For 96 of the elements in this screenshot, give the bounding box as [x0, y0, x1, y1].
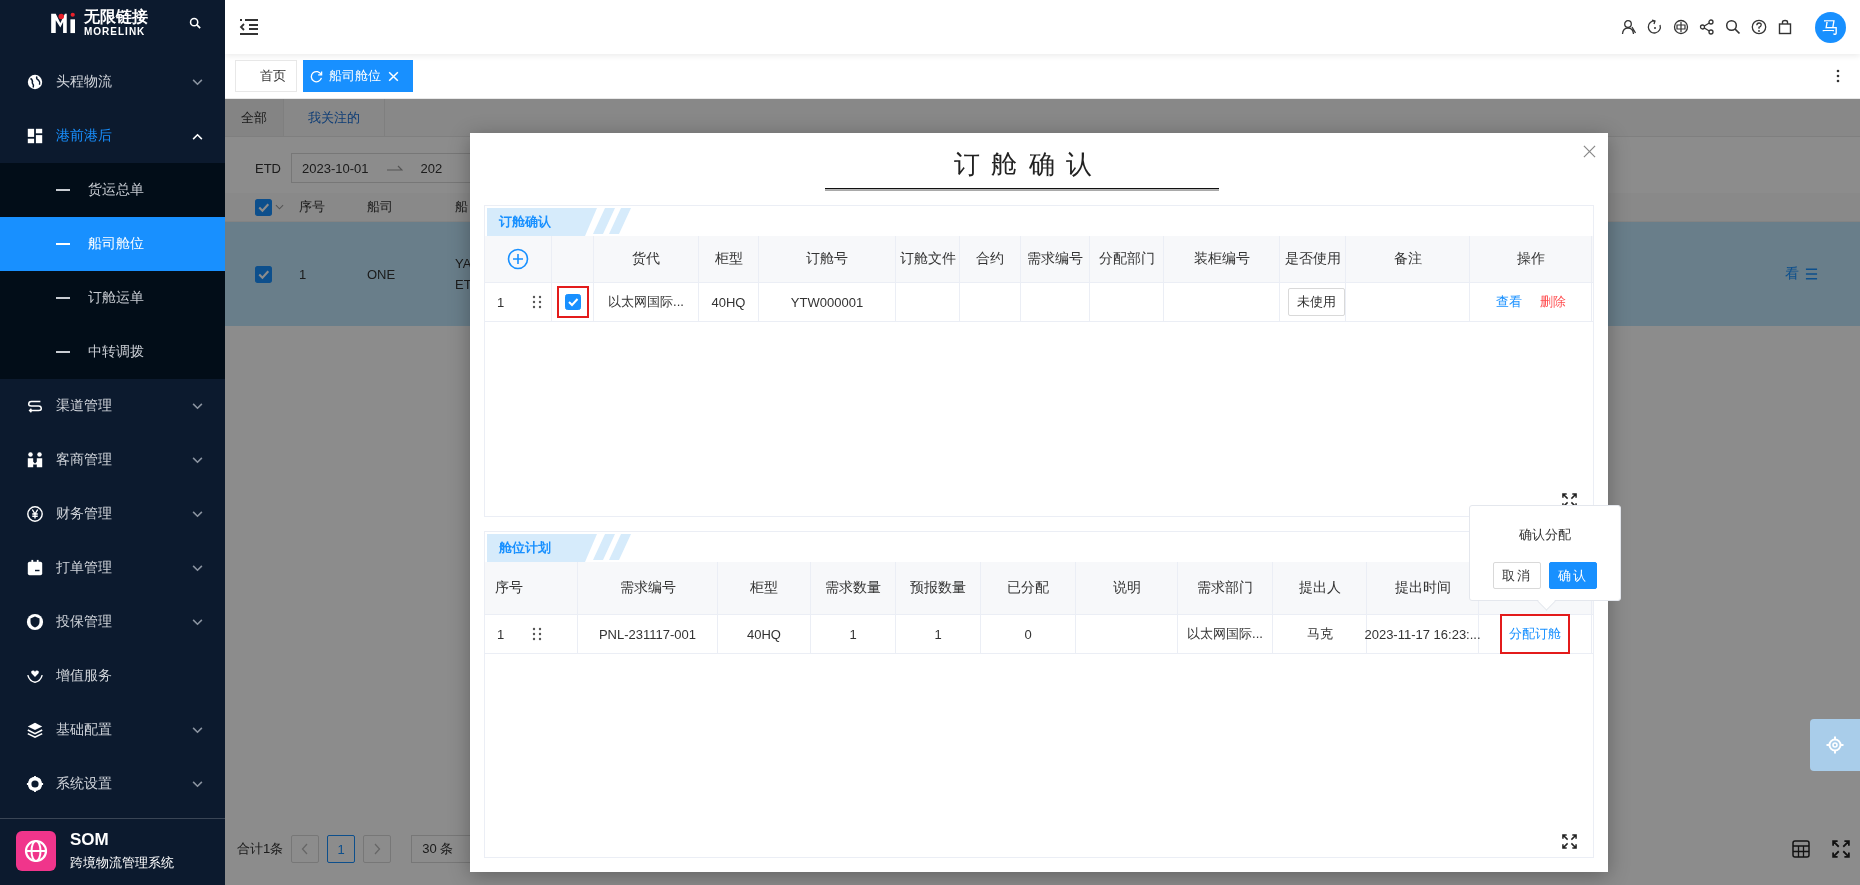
- column-header: 柜型: [750, 579, 778, 597]
- drag-handle-icon[interactable]: [532, 295, 543, 309]
- submenu-item[interactable]: 订舱运单: [0, 271, 225, 325]
- column-header: 备注: [1393, 250, 1422, 268]
- table-cell-text: 1: [298, 266, 308, 282]
- help-icon[interactable]: [1751, 19, 1767, 35]
- column-header: 订舱号: [806, 250, 848, 268]
- logo-subname: MORELINK: [84, 26, 147, 37]
- table-icon[interactable]: [1792, 840, 1810, 858]
- column-header: 柜型: [714, 250, 743, 268]
- stripes-drawing: [593, 534, 633, 560]
- globe-icon: [26, 73, 44, 91]
- drag-handle-icon[interactable]: [532, 627, 543, 641]
- menu-item[interactable]: 客商管理: [0, 433, 225, 487]
- checkbox[interactable]: [255, 198, 272, 216]
- menu-item[interactable]: 渠道管理: [0, 379, 225, 433]
- column-header: 需求编号: [1027, 250, 1083, 268]
- column-header: 已分配: [1007, 579, 1049, 597]
- column-header: 提出人: [1298, 579, 1341, 597]
- user-icon[interactable]: [1621, 19, 1637, 35]
- table-cell: YTW000001: [790, 294, 864, 310]
- menu-item[interactable]: 财务管理: [0, 487, 225, 541]
- table-cell-text: ONE: [367, 266, 397, 282]
- close-icon[interactable]: [1583, 145, 1596, 158]
- submenu-item[interactable]: 货运总单: [0, 163, 225, 217]
- calendar-icon: [26, 559, 44, 577]
- popover-message: 确认分配: [1519, 526, 1571, 544]
- column-header: 船司: [367, 198, 394, 216]
- fullscreen-icon[interactable]: [1562, 834, 1577, 849]
- menu-item[interactable]: 增值服务: [0, 649, 225, 703]
- column-header: 操作: [1516, 250, 1545, 268]
- submenu-item[interactable]: 中转调拨: [0, 325, 225, 379]
- bag-icon[interactable]: [1777, 19, 1793, 35]
- column-header: 是否使用: [1284, 250, 1341, 268]
- table-cell: PNL-231117-001: [598, 626, 697, 642]
- column-header: 货代: [632, 250, 660, 268]
- table-cell: 1: [849, 626, 857, 642]
- menu-item[interactable]: 打单管理: [0, 541, 225, 595]
- people-icon: [26, 451, 44, 469]
- menu-item[interactable]: 投保管理: [0, 595, 225, 649]
- table-cell: 以太网国际...: [608, 293, 684, 311]
- logo-icon: [50, 11, 78, 34]
- row-number: 1: [497, 626, 505, 642]
- table-cell: 马克: [1306, 625, 1333, 643]
- search-icon[interactable]: [189, 16, 201, 29]
- cancel-button[interactable]: 取消: [1493, 562, 1541, 589]
- refresh-icon[interactable]: [1647, 19, 1663, 35]
- globe-icon[interactable]: [1673, 19, 1689, 35]
- column-header: 说明: [1112, 579, 1141, 597]
- column-header: 合约: [976, 250, 1004, 268]
- table-cell: 0: [1024, 626, 1032, 642]
- table-cell: 以太网国际...: [1187, 625, 1263, 643]
- column-header: 需求数量: [825, 579, 881, 597]
- dialog-title: 订 舱 确 认: [954, 148, 1094, 181]
- app-subtitle: 跨境物流管理系统: [70, 854, 174, 872]
- table-cell: 40HQ: [711, 294, 746, 310]
- yen-icon: [26, 505, 44, 523]
- logo-name: 无限链接: [84, 8, 148, 25]
- menu-item[interactable]: 基础配置: [0, 703, 225, 757]
- add-icon[interactable]: [507, 248, 529, 270]
- total-count: 合计1条: [237, 840, 284, 858]
- layers-icon: [26, 721, 44, 739]
- checkbox[interactable]: [255, 265, 272, 283]
- more-icon[interactable]: [1836, 69, 1840, 83]
- app-logo-icon: [16, 831, 56, 871]
- column-header: 预报数量: [910, 579, 966, 597]
- view-tab[interactable]: 全部: [225, 99, 284, 136]
- chevron-left-icon: [301, 843, 310, 855]
- usage-select[interactable]: 未使用: [1288, 288, 1345, 316]
- column-header: 需求编号: [619, 579, 676, 597]
- checkbox[interactable]: [564, 294, 581, 310]
- menu-item[interactable]: 系统设置: [0, 757, 225, 811]
- row-number: 1: [497, 294, 505, 310]
- table-cell: 1: [934, 626, 942, 642]
- table-cell: 2023-11-17 16:23:...: [1364, 626, 1481, 642]
- column-header: 序号: [298, 198, 326, 216]
- stripes-drawing: [593, 208, 633, 234]
- search-icon[interactable]: [1725, 19, 1741, 35]
- column-header: 装柜编号: [1193, 250, 1250, 268]
- column-header: 订舱文件: [899, 250, 956, 268]
- chevron-right-icon: [373, 843, 382, 855]
- column-header: 分配部门: [1098, 250, 1155, 268]
- menu-item[interactable]: 港前港后: [0, 109, 225, 163]
- share-icon[interactable]: [1699, 19, 1715, 35]
- menu-item[interactable]: 头程物流: [0, 55, 225, 109]
- column-header: 船: [455, 198, 469, 216]
- app-name: SOM: [70, 830, 110, 850]
- menu-icon[interactable]: [239, 19, 259, 35]
- column-header: 需求部门: [1197, 579, 1253, 597]
- table-cell: 40HQ: [747, 626, 781, 642]
- grid-icon: [26, 127, 44, 145]
- column-header: 序号: [495, 579, 523, 597]
- shield-icon: [26, 613, 44, 631]
- column-header: 提出时间: [1394, 579, 1451, 597]
- page-tab[interactable]: 首页: [235, 60, 297, 92]
- filter-label: ETD: [255, 160, 281, 176]
